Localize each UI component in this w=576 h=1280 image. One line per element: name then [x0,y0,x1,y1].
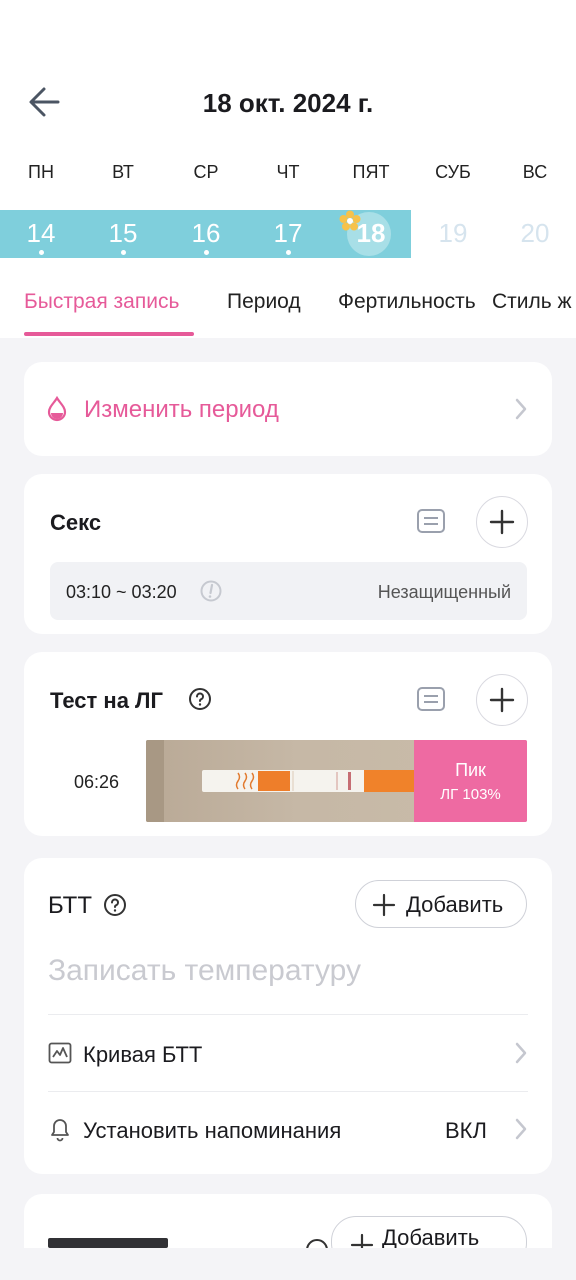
reminder-row[interactable]: Установить напоминания ВКЛ [24,1092,552,1168]
chevron-right-icon [515,1042,527,1064]
bottom-area [0,1248,576,1280]
bbt-card: БТТ Добавить Записать температуру Кривая… [24,858,552,1174]
tab-period[interactable]: Период [227,290,301,314]
next-card-title-fragment [48,1238,168,1248]
lh-test-photo[interactable]: Пик ЛГ 103% [146,740,527,822]
weekday-mon: ПН [28,162,54,182]
chart-icon [48,1042,72,1064]
bbt-add-button[interactable]: Добавить [355,880,527,928]
lh-result-label: Пик [455,760,486,780]
plus-icon [350,1233,374,1248]
weekday-tue: ВТ [112,162,134,182]
day-19[interactable]: 19 [418,218,488,249]
help-icon[interactable] [188,687,212,711]
sex-title: Секс [50,510,102,535]
plus-icon [372,893,396,917]
plus-icon [489,509,515,535]
page-title: 18 окт. 2024 г. [202,88,374,118]
sex-entry-status: Незащищенный [377,582,511,602]
reminder-value: ВКЛ [445,1118,487,1143]
next-card: Добавить [24,1194,552,1248]
day-17[interactable]: 17 [253,218,323,249]
day-20[interactable]: 20 [500,218,570,249]
bbt-add-label: Добавить [406,892,504,917]
day-16[interactable]: 16 [171,218,241,249]
next-add-label: Добавить [382,1225,480,1248]
day-dot [39,250,44,255]
lh-result-value: ЛГ 103% [440,786,501,803]
reminder-label: Установить напоминания [83,1118,342,1143]
active-tab-indicator [24,332,194,336]
sex-entry-row[interactable]: 03:10 ~ 03:20 Незащищенный [50,562,527,620]
lh-test-card: Тест на ЛГ 06:26 Пик ЛГ 103% [24,652,552,836]
weekday-sun: ВС [522,162,548,182]
sex-entry-time: 03:10 ~ 03:20 [66,582,177,602]
flower-icon [339,210,361,232]
next-add-button[interactable]: Добавить [331,1216,527,1248]
day-15[interactable]: 15 [88,218,158,249]
info-icon [200,580,222,602]
bell-icon [51,1119,69,1142]
record-temperature-input[interactable]: Записать температуру [48,954,361,988]
change-period-label: Изменить период [84,396,279,423]
bbt-curve-row[interactable]: Кривая БТТ [24,1015,552,1091]
lh-title: Тест на ЛГ [50,688,163,713]
weekday-fri: ПЯТ [352,162,390,182]
day-dot [121,250,126,255]
tab-fertility[interactable]: Фертильность [338,290,476,314]
bbt-curve-label: Кривая БТТ [83,1042,203,1067]
day-14[interactable]: 14 [6,218,76,249]
drop-icon [47,396,67,422]
day-dot [204,250,209,255]
add-sex-button[interactable] [476,496,528,548]
sex-card: Секс 03:10 ~ 03:20 Незащищенный [24,474,552,634]
help-icon[interactable] [103,893,127,917]
chevron-right-icon [515,398,527,420]
help-icon[interactable] [305,1238,329,1248]
day-dot [286,250,291,255]
lh-result-panel: Пик ЛГ 103% [414,740,527,822]
chevron-right-icon [515,1118,527,1140]
add-lh-test-button[interactable] [476,674,528,726]
note-icon[interactable] [416,686,446,712]
weekday-thu: ЧТ [276,162,300,182]
tab-quick-entry[interactable]: Быстрая запись [24,290,179,314]
tab-lifestyle[interactable]: Стиль ж [492,290,572,314]
tab-bar: Быстрая запись Период Фертильность Стиль… [0,290,576,338]
bbt-title: БТТ [48,892,92,919]
note-icon[interactable] [416,508,446,534]
weekday-sat: СУБ [435,162,471,182]
lh-entry-time: 06:26 [74,772,120,792]
weekday-wed: СР [193,162,219,182]
change-period-card[interactable]: Изменить период [24,362,552,456]
plus-icon [489,687,515,713]
